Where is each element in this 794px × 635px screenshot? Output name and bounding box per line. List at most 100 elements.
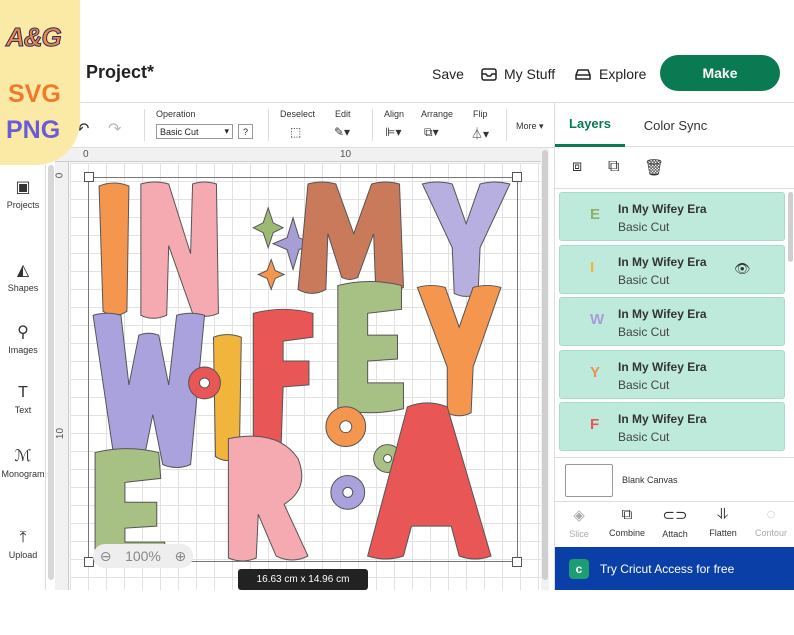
toolbar-divider (506, 109, 507, 141)
trash-icon[interactable]: 🗑 (644, 158, 664, 178)
layer-bottom-actions: ◈ Slice ⧉ Combine ⊂⊃ Attach ⥥ Flatten ◌ Contour (555, 503, 794, 547)
layer-thumbnail: I (590, 258, 595, 276)
layer-thumbnail: F (590, 416, 600, 433)
my-stuff-label: My Stuff (504, 66, 556, 82)
blank-canvas-swatch[interactable] (565, 464, 613, 497)
slice-button[interactable]: ◈ Slice (555, 506, 603, 539)
duplicate-icon[interactable]: ⧉ (608, 158, 619, 176)
arrange-icon[interactable]: ⧉▾ (424, 125, 439, 140)
nav-label: Monogram (1, 469, 45, 479)
zoom-control: ⊖ 100% ⊕ (93, 544, 193, 568)
tab-color-sync[interactable]: Color Sync (633, 103, 718, 147)
ruler-top: 0 10 (55, 148, 549, 162)
text-icon: T (18, 384, 28, 401)
toolbar-divider (268, 109, 269, 141)
layer-row[interactable]: W In My Wifey Era Basic Cut (559, 297, 785, 346)
attach-icon: ⊂⊃ (662, 507, 688, 524)
make-button[interactable]: Make (660, 55, 780, 91)
operation-label: Operation (156, 109, 196, 119)
action-label: Attach (662, 529, 688, 539)
layer-row[interactable]: E In My Wifey Era Basic Cut (559, 192, 785, 241)
ruler-tick: 0 (83, 149, 89, 160)
align-icon[interactable]: ⊫▾ (385, 125, 401, 139)
arrange-label: Arrange (421, 109, 454, 119)
design-artwork[interactable] (88, 177, 518, 562)
top-header: ed Project* Save My Stuff Explore Make (0, 0, 794, 103)
nav-text[interactable]: T Text (0, 384, 46, 415)
ruler-left: 0 10 (55, 162, 69, 590)
watermark-ag: A&G (6, 22, 63, 53)
layer-row[interactable]: F In My Wifey Era Basic Cut (559, 402, 785, 451)
layers-scrollbar[interactable] (788, 192, 793, 262)
more-button[interactable]: More ▾ (516, 121, 544, 132)
zoom-in-icon[interactable]: ⊕ (174, 548, 186, 565)
resize-handle-bottom-right[interactable] (512, 557, 522, 567)
letter-r (227, 435, 309, 561)
cricut-access-banner[interactable]: c Try Cricut Access for free (555, 547, 794, 590)
flower-red-icon (188, 366, 221, 400)
design-canvas[interactable]: 0 10 0 10 ⊖ 100% ⊕ 16.63 cm x 14.96 cm (55, 148, 549, 590)
layers-panel: Layers Color Sync ⧈ ⧉ 🗑 E In My Wifey Era… (554, 103, 794, 590)
explore-button[interactable]: Explore (574, 66, 646, 82)
layer-row[interactable]: Y In My Wifey Era Basic Cut (559, 349, 785, 399)
watermark-png: PNG (6, 116, 61, 144)
nav-label: Text (14, 405, 32, 415)
letter-a (367, 402, 492, 560)
banner-label: Try Cricut Access for free (600, 561, 735, 576)
flatten-button[interactable]: ⥥ Flatten (699, 506, 747, 538)
left-nav-scrollbar[interactable] (48, 165, 54, 580)
letter-f (252, 308, 314, 452)
nav-monogram[interactable]: ℳ Monogram (0, 446, 46, 479)
attach-button[interactable]: ⊂⊃ Attach (651, 506, 699, 539)
layer-row[interactable]: I In My Wifey Era Basic Cut 👁 (559, 244, 785, 294)
blank-canvas-label: Blank Canvas (622, 475, 678, 485)
nav-images[interactable]: ⚲ Images (0, 322, 46, 355)
cricut-logo-icon: c (569, 558, 589, 579)
layer-name: In My Wifey Era (618, 359, 707, 374)
edit-toolbar: ↶ ↷ Operation Basic Cut ▾ ? Deselect ⬚ Ed… (60, 103, 554, 148)
flip-icon[interactable]: ⏃▾ (471, 125, 489, 142)
eye-icon[interactable]: 👁 (734, 261, 751, 277)
flatten-icon: ⥥ (717, 506, 729, 523)
layer-thumbnail: W (590, 311, 605, 328)
toolbar-divider (372, 109, 373, 141)
blank-canvas-row[interactable]: Blank Canvas (555, 457, 794, 502)
layer-name: In My Wifey Era (618, 307, 707, 321)
deselect-icon[interactable]: ⬚ (290, 125, 301, 139)
align-label: Align (384, 109, 405, 119)
resize-handle-top-right[interactable] (512, 172, 522, 182)
nav-label: Images (8, 345, 38, 355)
projects-icon: ▣ (15, 179, 31, 196)
nav-upload[interactable]: ⤒ Upload (0, 529, 46, 560)
combine-button[interactable]: ⧉ Combine (603, 506, 651, 538)
operation-select[interactable]: Basic Cut ▾ (156, 124, 233, 139)
layer-name: In My Wifey Era (618, 254, 707, 269)
watermark-badge: A&G SVG PNG (0, 0, 80, 165)
my-stuff-button[interactable]: My Stuff (481, 66, 555, 82)
layer-name: In My Wifey Era (618, 202, 707, 216)
canvas-scrollbar[interactable] (541, 148, 549, 590)
contour-button[interactable]: ◌ Contour (747, 506, 794, 538)
zoom-out-icon[interactable]: ⊖ (100, 548, 112, 565)
nav-projects[interactable]: ▣ Projects (0, 177, 46, 210)
more-label: More (516, 121, 537, 131)
zoom-level: 100% (125, 548, 161, 564)
scrollbar-thumb[interactable] (542, 150, 548, 580)
flower-purple-icon (330, 474, 366, 510)
letter-w (92, 312, 206, 468)
panel-tabs: Layers Color Sync (555, 103, 794, 147)
contour-icon: ◌ (766, 506, 776, 523)
combine-icon: ⧉ (621, 506, 633, 523)
save-button[interactable]: Save (432, 66, 464, 82)
tab-layers[interactable]: Layers (555, 103, 625, 147)
resize-handle-top-left[interactable] (84, 172, 94, 182)
caret-down-icon: ▾ (224, 126, 229, 136)
operation-help-button[interactable]: ? (238, 124, 253, 139)
ruler-tick: 10 (55, 427, 67, 440)
nav-shapes[interactable]: ◭ Shapes (0, 260, 46, 293)
edit-pen-icon[interactable]: ✎▾ (334, 125, 350, 139)
group-icon[interactable]: ⧈ (572, 158, 582, 176)
selection-dimensions: 16.63 cm x 14.96 cm (238, 569, 368, 590)
redo-icon[interactable]: ↷ (108, 119, 121, 139)
letter-y-2 (416, 284, 502, 417)
